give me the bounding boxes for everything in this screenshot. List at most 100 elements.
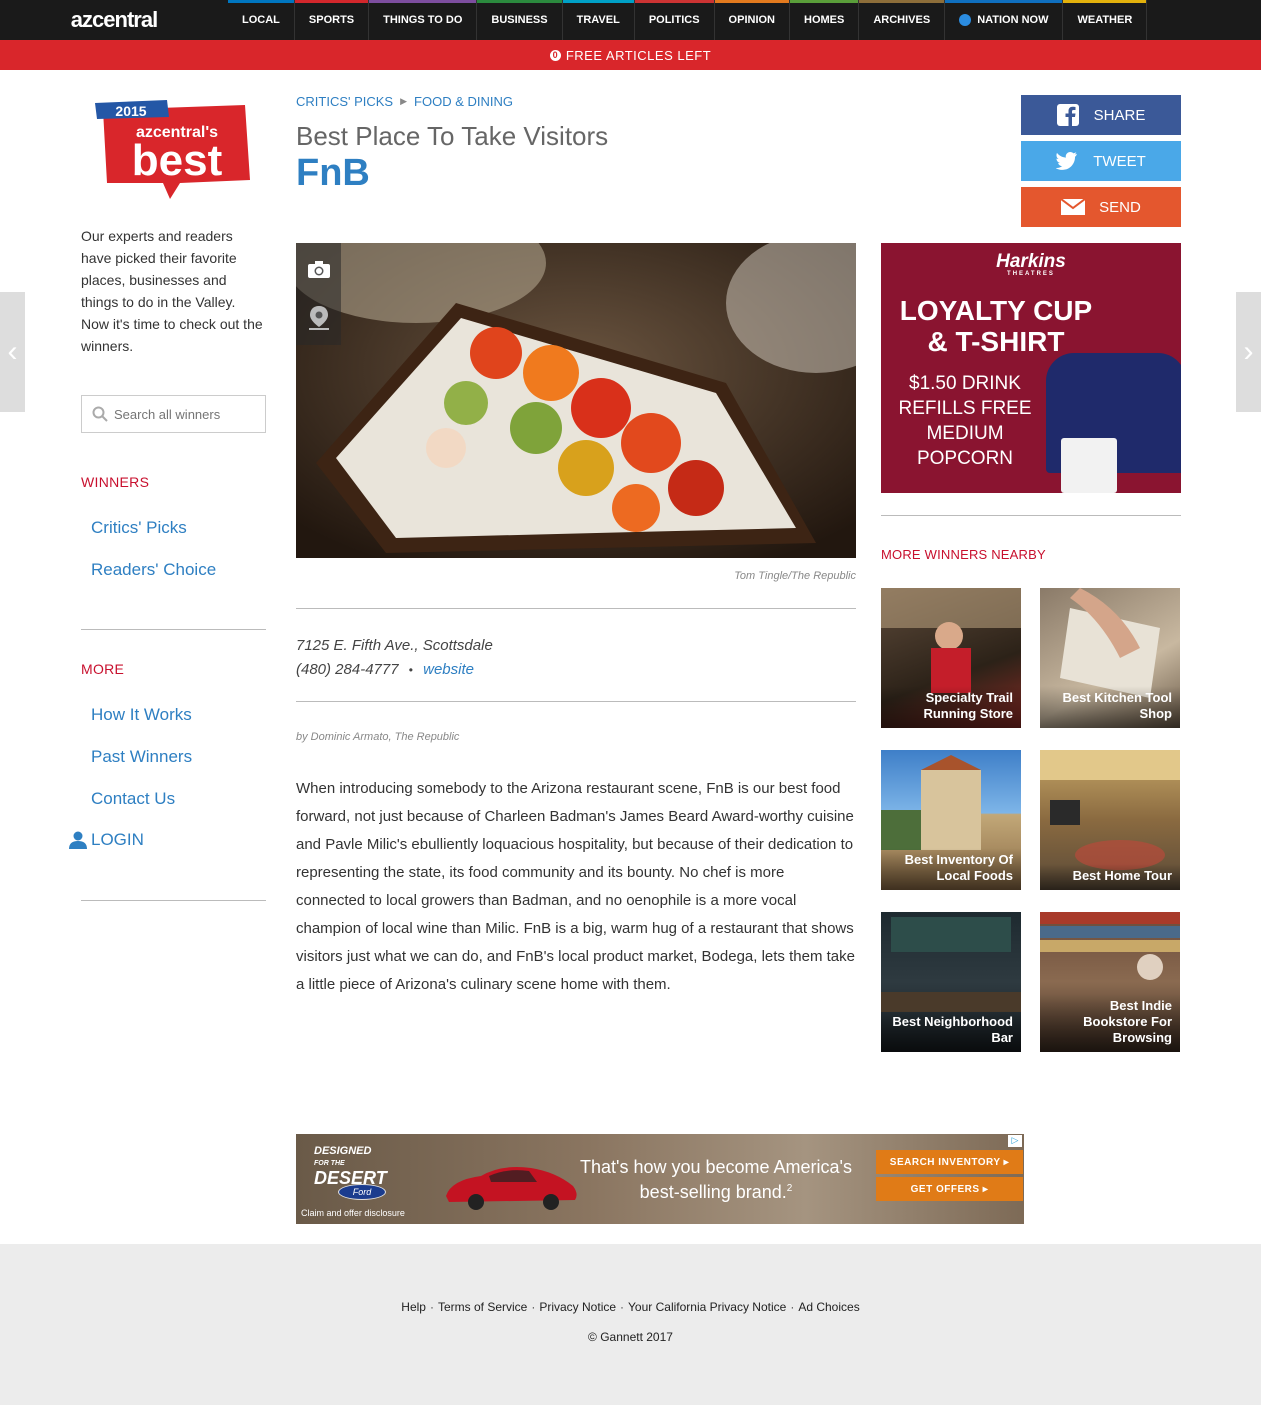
page-title: FnB xyxy=(296,152,370,194)
harkins-logo: Harkins THEATRES xyxy=(881,251,1181,277)
intro-text: Our experts and readers have picked thei… xyxy=(81,228,263,354)
nav-politics[interactable]: POLITICS xyxy=(634,0,715,40)
azcentral-logo[interactable]: azcentral xyxy=(0,0,228,40)
award-category: Best Place To Take Visitors xyxy=(296,121,609,151)
badge-word: best xyxy=(132,136,223,185)
divider xyxy=(81,900,266,901)
footer-links: Help · Terms of Service · Privacy Notice · You… xyxy=(0,1300,1261,1314)
tweet-label: TWEET xyxy=(1093,152,1146,170)
prev-arrow-button[interactable]: ‹ xyxy=(0,292,25,412)
nav-sports[interactable]: SPORTS xyxy=(294,0,370,40)
harkins-ad[interactable]: Harkins THEATRES LOYALTY CUP & T-SHIRT $1… xyxy=(881,243,1181,493)
camera-icon[interactable] xyxy=(307,259,331,284)
ford-logo: Ford xyxy=(338,1184,386,1200)
articles-count: 0 xyxy=(549,49,561,61)
send-label: SEND xyxy=(1099,198,1141,216)
more-winners-heading: MORE WINNERS NEARBY xyxy=(881,547,1046,562)
divider xyxy=(296,608,856,609)
share-label: SHARE xyxy=(1093,106,1146,124)
ford-tagline: That's how you become America's best-sel… xyxy=(576,1156,856,1203)
nav-archives[interactable]: ARCHIVES xyxy=(859,0,946,40)
footer-california-privacy[interactable]: Your California Privacy Notice xyxy=(628,1300,786,1314)
chevron-right-icon: › xyxy=(1243,335,1254,368)
nav-business[interactable]: BUSINESS xyxy=(477,0,563,40)
tile-label: Best Kitchen Tool Shop xyxy=(1040,686,1180,728)
footer-separator: · xyxy=(620,1300,625,1314)
share-email-button[interactable]: SEND xyxy=(1021,187,1181,227)
globe-icon xyxy=(959,14,972,26)
website-link[interactable]: website xyxy=(423,661,474,678)
twitter-icon xyxy=(1056,152,1078,170)
free-articles-bar[interactable]: 0 FREE ARTICLES LEFT xyxy=(0,40,1261,70)
link-readers-choice[interactable]: Readers' Choice xyxy=(91,560,216,580)
search-input[interactable] xyxy=(114,406,254,422)
chevron-left-icon: ‹ xyxy=(7,335,18,368)
byline: by Dominic Armato, The Republic xyxy=(296,731,460,743)
divider xyxy=(81,629,266,630)
link-critics-picks[interactable]: Critics' Picks xyxy=(91,518,187,538)
footer-separator: · xyxy=(790,1300,795,1314)
envelope-icon xyxy=(1061,199,1086,215)
winner-tile[interactable]: Best Neighborhood Bar xyxy=(881,912,1021,1052)
ad-choices-icon[interactable]: ▷ xyxy=(1008,1135,1022,1147)
winner-tile[interactable]: Best Kitchen Tool Shop xyxy=(1040,588,1180,728)
get-offers-button[interactable]: GET OFFERS ▸ xyxy=(876,1177,1023,1201)
footer-ad-choices[interactable]: Ad Choices xyxy=(798,1300,859,1314)
harkins-brand-sub: THEATRES xyxy=(1007,271,1055,277)
winner-tile[interactable]: Best Indie Bookstore For Browsing xyxy=(1040,912,1180,1052)
search-box[interactable] xyxy=(81,395,266,433)
caret-right-icon: ▶ xyxy=(400,96,408,106)
footer-separator: · xyxy=(429,1300,434,1314)
tile-label: Best Home Tour xyxy=(1040,864,1180,890)
footer-terms[interactable]: Terms of Service xyxy=(438,1300,527,1314)
more-heading: MORE xyxy=(81,661,125,677)
best-badge-graphic: 2015 azcentral's best xyxy=(95,100,250,199)
nav-nation-now[interactable]: NATION NOW xyxy=(945,0,1064,40)
winner-tile[interactable]: Best Inventory Of Local Foods xyxy=(881,750,1021,890)
tile-label: Best Indie Bookstore For Browsing xyxy=(1040,994,1180,1052)
ford-superscript: 2 xyxy=(786,1183,793,1194)
nav-travel[interactable]: TRAVEL xyxy=(562,0,635,40)
tile-label: Best Neighborhood Bar xyxy=(881,1010,1021,1052)
link-how-it-works[interactable]: How It Works xyxy=(91,705,192,725)
harkins-headline: LOYALTY CUP & T-SHIRT xyxy=(899,295,1093,357)
share-twitter-button[interactable]: TWEET xyxy=(1021,141,1181,181)
next-arrow-button[interactable]: › xyxy=(1236,292,1261,412)
address-block: 7125 E. Fifth Ave., Scottsdale (480) 284… xyxy=(296,634,493,682)
breadcrumb-critics-picks[interactable]: CRITICS' PICKS xyxy=(296,94,393,109)
login-label: LOGIN xyxy=(91,830,144,849)
share-facebook-button[interactable]: SHARE xyxy=(1021,95,1181,135)
search-inventory-button[interactable]: SEARCH INVENTORY ▸ xyxy=(876,1150,1023,1174)
ford-for-the: FOR THE xyxy=(314,1160,345,1167)
winner-tile[interactable]: Best Home Tour xyxy=(1040,750,1180,890)
nav-things-to-do[interactable]: THINGS TO DO xyxy=(369,0,478,40)
nav-weather[interactable]: WEATHER xyxy=(1063,0,1148,40)
top-nav: azcentral LOCAL SPORTS THINGS TO DO BUSI… xyxy=(0,0,1261,40)
search-icon xyxy=(92,406,108,422)
nav-homes[interactable]: HOMES xyxy=(790,0,860,40)
user-icon xyxy=(69,831,87,849)
articles-text: FREE ARTICLES LEFT xyxy=(565,47,712,63)
link-past-winners[interactable]: Past Winners xyxy=(91,747,192,767)
nav-local[interactable]: LOCAL xyxy=(228,0,295,40)
winner-tile[interactable]: Specialty Trail Running Store xyxy=(881,588,1021,728)
footer-separator: · xyxy=(531,1300,536,1314)
ford-disclosure[interactable]: Claim and offer disclosure xyxy=(301,1208,405,1218)
copyright: © Gannett 2017 xyxy=(588,1330,673,1344)
breadcrumb-food-dining[interactable]: FOOD & DINING xyxy=(414,94,513,109)
login-link[interactable]: LOGIN xyxy=(68,830,144,850)
best-of-logo[interactable]: 2015 azcentral's best xyxy=(95,95,255,200)
article-body: When introducing somebody to the Arizona… xyxy=(296,780,855,993)
nav-opinion[interactable]: OPINION xyxy=(714,0,790,40)
cup-image xyxy=(1061,438,1117,493)
tile-label: Specialty Trail Running Store xyxy=(881,686,1021,728)
map-pin-icon[interactable] xyxy=(308,305,330,336)
tile-label: Best Inventory Of Local Foods xyxy=(881,848,1021,890)
footer-help[interactable]: Help xyxy=(401,1300,426,1314)
phone-number: (480) 284-4777 xyxy=(296,661,399,678)
ford-ad[interactable]: DESIGNED FOR THE DESERT Ford Claim and o… xyxy=(296,1134,1024,1224)
article-photo[interactable] xyxy=(296,243,856,558)
link-contact-us[interactable]: Contact Us xyxy=(91,789,175,809)
footer-privacy[interactable]: Privacy Notice xyxy=(539,1300,616,1314)
car-image xyxy=(446,1167,577,1210)
